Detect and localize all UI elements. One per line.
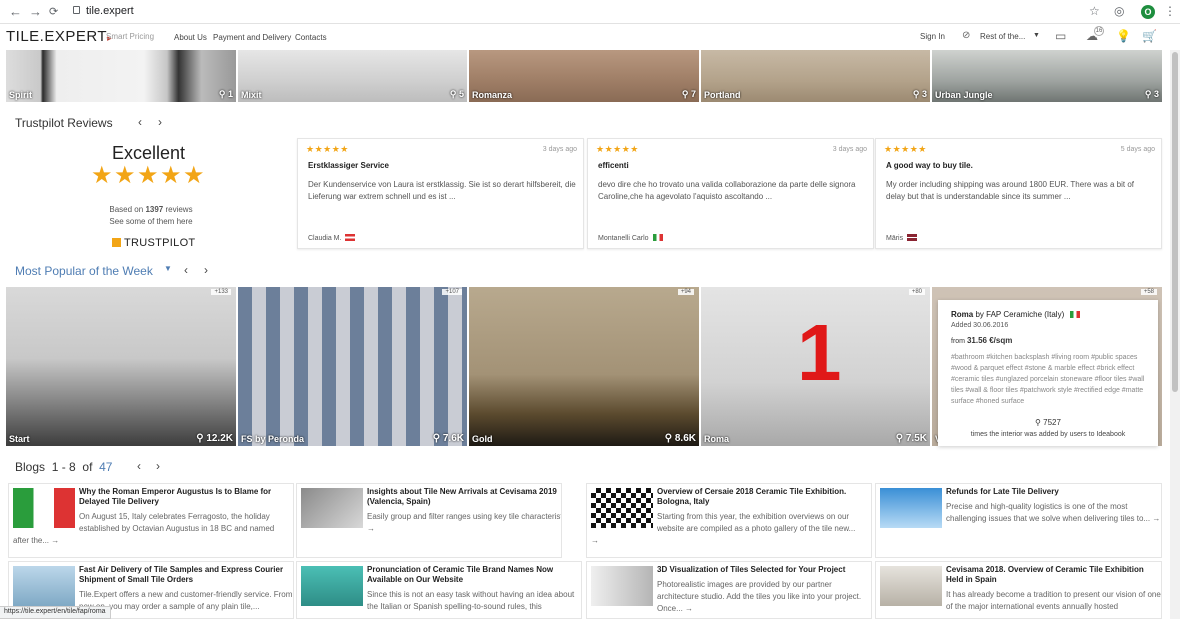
blog-card[interactable]: 3D Visualization of Tiles Selected for Y…	[586, 561, 872, 619]
tagline: Smart Pricing	[106, 32, 155, 41]
chat-icon[interactable]: ▭	[1055, 29, 1066, 43]
star-icon: ★	[114, 162, 136, 189]
rating-word: Excellent	[112, 143, 186, 163]
blog-thumb	[301, 566, 363, 606]
address-bar[interactable]: tile.expert	[86, 5, 134, 17]
bookmark-star-icon[interactable]: ☆	[1089, 4, 1100, 18]
strip-tile-portland[interactable]: Portland ⚲ 3	[701, 50, 930, 102]
sign-in-link[interactable]: Sign In	[920, 32, 945, 41]
star-icon: ★	[91, 162, 113, 189]
next-arrow-icon[interactable]: ›	[204, 263, 208, 277]
cart-icon[interactable]: 🛒	[1142, 29, 1157, 43]
popular-tile-start[interactable]: +133 Start ⚲ 12.2K	[6, 287, 236, 446]
tile-info-popup: Roma by FAP Ceramiche (Italy) Added 30.0…	[938, 300, 1158, 446]
strip-tile-urban-jungle[interactable]: Urban Jungle ⚲ 3	[932, 50, 1162, 102]
blog-thumb	[301, 488, 363, 528]
flag-it-icon	[1070, 311, 1081, 318]
blog-thumb	[591, 488, 653, 528]
reload-icon[interactable]: ⟳	[49, 5, 58, 18]
blog-thumb	[880, 566, 942, 606]
review-summary: Based on 1397 reviews See some of them h…	[109, 205, 193, 226]
review-card[interactable]: ★★★★★ 3 days ago efficenti devo dire che…	[587, 138, 874, 249]
nav-about-us[interactable]: About Us	[174, 33, 207, 42]
blog-thumb	[13, 488, 75, 528]
lock-icon	[73, 6, 80, 14]
menu-dots-icon[interactable]: ⋮	[1164, 4, 1176, 18]
prev-arrow-icon[interactable]: ‹	[137, 459, 141, 473]
region-select[interactable]: Rest of the...	[980, 32, 1025, 41]
blog-thumb	[13, 566, 75, 606]
review-card[interactable]: ★★★★★ 5 days ago A good way to buy tile.…	[875, 138, 1162, 249]
status-bar: https://tile.expert/en/tile/fap/roma	[0, 606, 111, 619]
blog-card[interactable]: Overview of Cersaie 2018 Ceramic Tile Ex…	[586, 483, 872, 558]
popular-tile-roma[interactable]: +80 1 Roma ⚲ 7.5K	[701, 287, 930, 446]
blog-thumb	[591, 566, 653, 606]
trustpilot-title: Trustpilot Reviews	[15, 116, 113, 130]
globe-icon: ⊘	[962, 30, 971, 41]
popular-tile-fs-by-peronda[interactable]: +107 FS by Peronda ⚲ 7.6K	[238, 287, 467, 446]
forward-icon[interactable]: →	[29, 4, 42, 19]
rank-one-overlay: 1	[797, 308, 842, 397]
strip-tile-mixit[interactable]: Mixit ⚲ 5	[238, 50, 467, 102]
lightbulb-icon[interactable]: 💡	[1116, 29, 1131, 43]
blog-card[interactable]: Insights about Tile New Arrivals at Cevi…	[296, 483, 562, 558]
popular-tile-gold[interactable]: +94 Gold ⚲ 8.6K	[469, 287, 699, 446]
star-icon: ★	[137, 162, 159, 189]
star-icon: ★	[183, 162, 205, 189]
flag-it-icon	[652, 234, 663, 241]
blog-card[interactable]: Pronunciation of Ceramic Tile Brand Name…	[296, 561, 582, 619]
site-logo[interactable]: TILE.EXPERT▸	[6, 28, 112, 45]
flag-lv-icon	[907, 234, 918, 241]
next-arrow-icon[interactable]: ›	[156, 459, 160, 473]
scrollbar-thumb[interactable]	[1172, 52, 1178, 392]
nav-payment-delivery[interactable]: Payment and Delivery	[213, 33, 291, 42]
nav-contacts[interactable]: Contacts	[295, 33, 327, 42]
next-arrow-icon[interactable]: ›	[158, 115, 162, 129]
lightbulb-icon: ⚲	[1035, 418, 1041, 427]
popular-title[interactable]: Most Popular of the Week	[15, 264, 153, 278]
trustpilot-logo[interactable]: TRUSTPILOT	[112, 237, 195, 249]
blog-card[interactable]: Why the Roman Emperor Augustus Is to Bla…	[8, 483, 294, 558]
star-icon: ★	[160, 162, 182, 189]
extension-icon[interactable]: ◎	[1114, 4, 1124, 18]
prev-arrow-icon[interactable]: ‹	[184, 263, 188, 277]
ideabook-count-badge: 16	[1094, 26, 1104, 36]
trustpilot-check-icon	[112, 238, 121, 247]
page-scrollbar[interactable]	[1170, 50, 1180, 619]
flag-at-icon	[345, 234, 356, 241]
rating-stars: ★★★★★	[91, 162, 206, 189]
review-card[interactable]: ★★★★★ 3 days ago Erstklassiger Service D…	[297, 138, 584, 249]
strip-tile-spirit[interactable]: Spirit ⚲ 1	[6, 50, 236, 102]
blog-card[interactable]: Refunds for Late Tile Delivery Precise a…	[875, 483, 1162, 558]
site-header: TILE.EXPERT▸ Smart Pricing About Us Paym…	[0, 24, 1180, 50]
prev-arrow-icon[interactable]: ‹	[138, 115, 142, 129]
blogs-title: Blogs 1 - 8 of 47	[15, 460, 113, 474]
chevron-down-icon: ▼	[1033, 32, 1040, 39]
back-icon[interactable]: ←	[9, 4, 22, 19]
blog-card[interactable]: Cevisama 2018. Overview of Ceramic Tile …	[875, 561, 1162, 619]
browser-toolbar: ← → ⟳ tile.expert ☆ ◎ O ⋮	[0, 0, 1180, 24]
see-reviews-link[interactable]: See some of them here	[109, 217, 192, 226]
chevron-down-icon[interactable]: ▼	[164, 264, 172, 273]
profile-avatar[interactable]: O	[1141, 5, 1155, 19]
blog-thumb	[880, 488, 942, 528]
strip-tile-romanza[interactable]: Romanza ⚲ 7	[469, 50, 699, 102]
